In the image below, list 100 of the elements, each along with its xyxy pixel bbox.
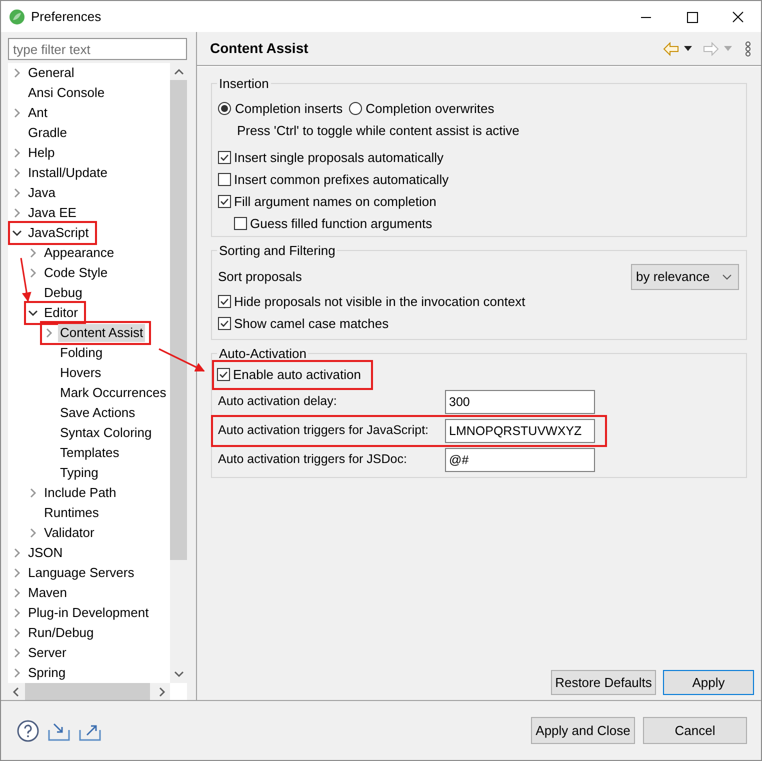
expand-caret-icon[interactable]	[28, 488, 38, 498]
checkbox-label: Insert single proposals automatically	[234, 148, 444, 167]
tree-item[interactable]: JSON	[26, 544, 65, 562]
text-field[interactable]: 300	[445, 390, 595, 414]
scrollbar-thumb[interactable]	[170, 80, 187, 560]
checkbox[interactable]	[217, 368, 230, 381]
expand-caret-icon[interactable]	[12, 188, 22, 198]
sort-dropdown[interactable]: by relevance	[631, 264, 739, 290]
page-button[interactable]: Apply	[663, 670, 754, 695]
horizontal-scrollbar[interactable]	[8, 683, 170, 700]
checkbox-label: Insert common prefixes automatically	[234, 170, 449, 189]
collapse-caret-icon[interactable]	[12, 228, 22, 238]
tree-item[interactable]: Save Actions	[58, 404, 138, 422]
tree-item[interactable]: Debug	[42, 284, 84, 302]
radio-label: Completion overwrites	[366, 100, 494, 118]
radio-button[interactable]	[348, 102, 362, 115]
checkbox[interactable]	[218, 195, 231, 208]
tree-item[interactable]: Spring	[26, 664, 68, 682]
checkbox-label: Hide proposals not visible in the invocation context	[234, 292, 526, 311]
tree-item[interactable]: Mark Occurrences	[58, 384, 168, 402]
field-label: Sort proposals	[218, 268, 302, 286]
radio-label: Completion inserts	[235, 100, 343, 118]
tree-item[interactable]: Server	[26, 644, 68, 662]
expand-caret-icon[interactable]	[12, 668, 22, 678]
tree-item[interactable]: Content Assist	[58, 324, 146, 342]
tree-item[interactable]: Include Path	[42, 484, 118, 502]
text-field[interactable]: LMNOPQRSTUVWXYZ	[445, 418, 595, 442]
leaf-logo-icon	[9, 8, 25, 24]
page-button[interactable]: Restore Defaults	[551, 670, 656, 695]
expand-caret-icon[interactable]	[12, 148, 22, 158]
checkbox[interactable]	[218, 173, 231, 186]
tree-item[interactable]: Run/Debug	[26, 624, 96, 642]
expand-caret-icon[interactable]	[12, 108, 22, 118]
expand-caret-icon[interactable]	[28, 268, 38, 278]
tree-item[interactable]: Install/Update	[26, 164, 110, 182]
more-options-icon[interactable]	[745, 40, 751, 56]
tree-item[interactable]: Java EE	[26, 204, 78, 222]
collapse-caret-icon[interactable]	[28, 308, 38, 318]
help-icon[interactable]	[17, 720, 39, 742]
tree-item[interactable]: Appearance	[42, 244, 116, 262]
group-title: Insertion	[218, 75, 270, 93]
checkbox[interactable]	[218, 151, 231, 164]
expand-caret-icon[interactable]	[12, 588, 22, 598]
tree-item[interactable]: Code Style	[42, 264, 110, 282]
expand-caret-icon[interactable]	[12, 648, 22, 658]
tree-item[interactable]: Typing	[58, 464, 100, 482]
expand-caret-icon[interactable]	[12, 168, 22, 178]
tree-item[interactable]: Java	[26, 184, 58, 202]
expand-caret-icon[interactable]	[12, 208, 22, 218]
annotation-arrow	[20, 258, 32, 302]
expand-caret-icon[interactable]	[28, 528, 38, 538]
group-title: Auto-Activation	[218, 345, 308, 363]
field-label: Auto activation delay:	[218, 393, 338, 410]
checkbox-label: Enable auto activation	[233, 366, 361, 384]
text-field[interactable]: @#	[445, 448, 595, 472]
checkbox-label: Fill argument names on completion	[234, 192, 436, 211]
annotation-arrow	[158, 348, 205, 372]
expand-caret-icon[interactable]	[44, 328, 54, 338]
dialog-button[interactable]: Cancel	[643, 717, 747, 744]
tree-item[interactable]: Plug-in Development	[26, 604, 151, 622]
tree-item[interactable]: Validator	[42, 524, 96, 542]
checkbox[interactable]	[234, 217, 247, 230]
tree-item[interactable]: Runtimes	[42, 504, 101, 522]
checkbox[interactable]	[218, 317, 231, 330]
vertical-scrollbar[interactable]	[170, 63, 187, 683]
tree-item[interactable]: Language Servers	[26, 564, 136, 582]
tree-item[interactable]: Folding	[58, 344, 105, 362]
import-icon[interactable]	[48, 720, 70, 740]
chevron-down-icon	[722, 274, 732, 280]
checkbox-label: Show camel case matches	[234, 314, 389, 333]
tree-item[interactable]: Help	[26, 144, 57, 162]
expand-caret-icon[interactable]	[12, 568, 22, 578]
window-title: Preferences	[31, 8, 102, 26]
expand-caret-icon[interactable]	[12, 608, 22, 618]
group-title: Sorting and Filtering	[218, 242, 336, 260]
tree-item[interactable]: Maven	[26, 584, 70, 602]
forward-arrow-icon[interactable]	[703, 42, 719, 56]
tree-item[interactable]: Syntax Coloring	[58, 424, 154, 442]
tree-item[interactable]: JavaScript	[26, 224, 91, 242]
dialog-button[interactable]: Apply and Close	[531, 717, 635, 744]
tree-item[interactable]: Hovers	[58, 364, 104, 382]
tree-item[interactable]: Gradle	[26, 124, 70, 142]
tree-item[interactable]: Ant	[26, 104, 50, 122]
dropdown-caret-icon[interactable]	[683, 46, 693, 52]
tree-item[interactable]: Ansi Console	[26, 84, 107, 102]
tree-item[interactable]: Editor	[42, 304, 80, 322]
checkbox[interactable]	[218, 295, 231, 308]
tree-item[interactable]: General	[26, 64, 76, 82]
checkbox-label: Guess filled function arguments	[250, 214, 432, 233]
radio-button[interactable]	[218, 102, 231, 115]
scrollbar-thumb[interactable]	[25, 683, 150, 700]
expand-caret-icon[interactable]	[12, 628, 22, 638]
hint-text: Press 'Ctrl' to toggle while content assist is active	[237, 122, 520, 140]
filter-field[interactable]: type filter text	[8, 38, 187, 60]
tree-item[interactable]: Templates	[58, 444, 122, 462]
expand-caret-icon[interactable]	[12, 548, 22, 558]
field-label: Auto activation triggers for JSDoc:	[218, 451, 408, 468]
expand-caret-icon[interactable]	[12, 68, 22, 78]
field-label: Auto activation triggers for JavaScript:	[218, 422, 430, 440]
expand-caret-icon[interactable]	[28, 248, 38, 258]
